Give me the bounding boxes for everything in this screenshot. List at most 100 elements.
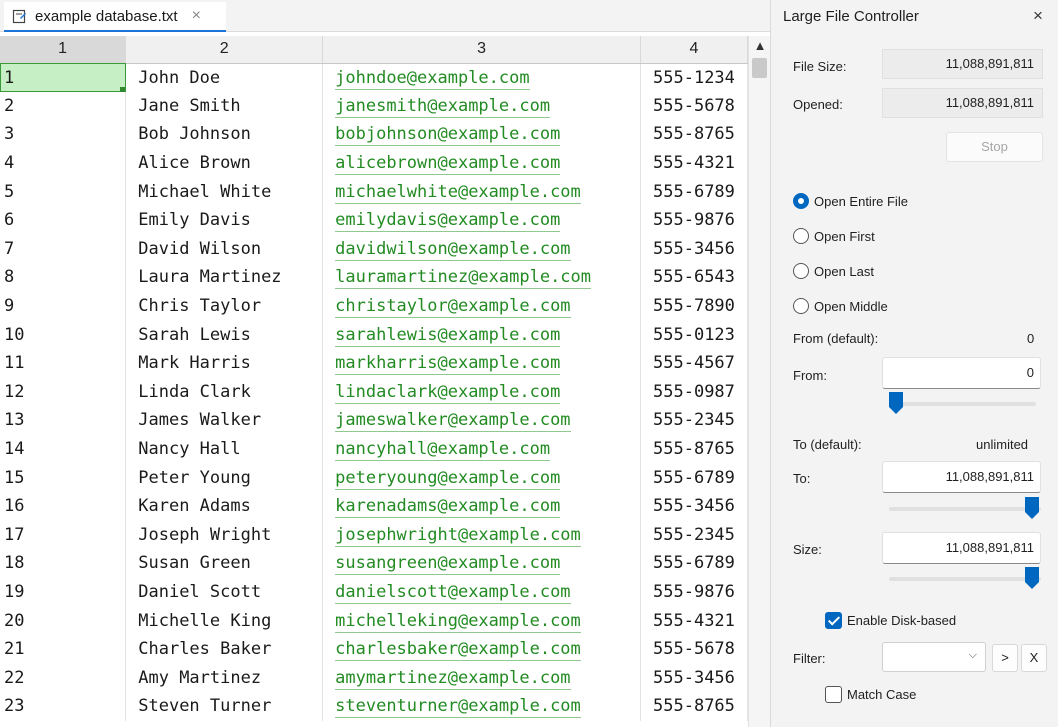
grid-cell[interactable]: susangreen@example.com xyxy=(322,549,642,578)
grid-cell[interactable]: Peter Young xyxy=(125,463,324,492)
panel-close-icon[interactable]: × xyxy=(1033,6,1043,26)
grid-cell[interactable]: michaelwhite@example.com xyxy=(322,177,642,206)
slider-thumb[interactable] xyxy=(889,392,903,414)
grid-cell[interactable]: 555-8765 xyxy=(640,434,748,464)
scrollbar-thumb[interactable] xyxy=(752,58,767,78)
grid-cell[interactable]: 555-3456 xyxy=(640,663,748,693)
email-link[interactable]: amymartinez@example.com xyxy=(335,667,571,690)
email-link[interactable]: nancyhall@example.com xyxy=(335,439,551,462)
grid-cell[interactable]: 555-3456 xyxy=(640,491,748,521)
slider-thumb[interactable] xyxy=(1025,497,1039,519)
grid-cell[interactable]: Mark Harris xyxy=(125,348,324,378)
tab-close-icon[interactable]: × xyxy=(192,7,201,25)
grid-cell[interactable]: Linda Clark xyxy=(125,377,324,407)
grid-cell[interactable]: danielscott@example.com xyxy=(322,577,642,607)
grid-cell[interactable]: lindaclark@example.com xyxy=(322,377,642,407)
grid-cell[interactable]: 7 xyxy=(0,234,127,264)
chevron-down-icon[interactable]: ⌵ xyxy=(969,649,977,662)
grid-cell[interactable]: 555-5678 xyxy=(640,634,748,664)
grid-cell[interactable]: sarahlewis@example.com xyxy=(322,320,642,349)
grid-cell[interactable]: charlesbaker@example.com xyxy=(322,634,642,664)
email-link[interactable]: steventurner@example.com xyxy=(335,696,581,719)
vertical-scrollbar[interactable]: ▲ xyxy=(748,36,770,727)
grid-cell[interactable]: davidwilson@example.com xyxy=(322,234,642,264)
radio-open-entire-file[interactable]: Open Entire File xyxy=(793,193,908,209)
grid-cell[interactable]: 5 xyxy=(0,177,127,206)
grid-cell[interactable]: nancyhall@example.com xyxy=(322,434,642,464)
grid-cell[interactable]: emilydavis@example.com xyxy=(322,205,642,235)
grid-cell[interactable]: 22 xyxy=(0,663,127,693)
filter-next-button[interactable]: > xyxy=(992,644,1018,672)
grid-cell[interactable]: Sarah Lewis xyxy=(125,320,324,349)
grid-cell[interactable]: 555-0123 xyxy=(640,320,748,349)
grid-cell[interactable]: 2 xyxy=(0,91,127,121)
scroll-up-icon[interactable]: ▲ xyxy=(749,36,771,56)
grid-cell[interactable]: Emily Davis xyxy=(125,205,324,235)
email-link[interactable]: christaylor@example.com xyxy=(335,296,571,319)
grid-cell[interactable]: Karen Adams xyxy=(125,491,324,521)
grid-cell[interactable]: Jane Smith xyxy=(125,91,324,121)
grid-cell[interactable]: 555-6789 xyxy=(640,177,748,206)
email-link[interactable]: bobjohnson@example.com xyxy=(335,124,561,147)
grid-cell[interactable]: Joseph Wright xyxy=(125,520,324,550)
grid-cell[interactable]: alicebrown@example.com xyxy=(322,148,642,178)
email-link[interactable]: alicebrown@example.com xyxy=(335,153,561,176)
grid-cell[interactable]: Daniel Scott xyxy=(125,577,324,607)
to-slider[interactable] xyxy=(889,495,1041,525)
grid-cell[interactable]: josephwright@example.com xyxy=(322,520,642,550)
grid-cell[interactable]: 555-6543 xyxy=(640,263,748,292)
grid-cell[interactable]: Michael White xyxy=(125,177,324,206)
grid-cell[interactable]: Steven Turner xyxy=(125,692,324,721)
radio-open-last[interactable]: Open Last xyxy=(793,263,874,279)
to-input[interactable]: 11,088,891,811 xyxy=(882,461,1041,493)
grid-cell[interactable]: 555-1234 xyxy=(640,63,748,92)
email-link[interactable]: markharris@example.com xyxy=(335,353,561,376)
grid-cell[interactable]: 17 xyxy=(0,520,127,550)
grid-cell[interactable]: amymartinez@example.com xyxy=(322,663,642,693)
grid-cell[interactable]: 10 xyxy=(0,320,127,349)
grid-cell[interactable]: michelleking@example.com xyxy=(322,606,642,635)
grid-cell[interactable]: 555-9876 xyxy=(640,577,748,607)
grid-cell[interactable]: jameswalker@example.com xyxy=(322,406,642,435)
filter-clear-button[interactable]: X xyxy=(1021,644,1047,672)
email-link[interactable]: susangreen@example.com xyxy=(335,553,561,576)
column-header-4[interactable]: 4 xyxy=(640,36,748,64)
email-link[interactable]: jameswalker@example.com xyxy=(335,410,571,433)
email-link[interactable]: karenadams@example.com xyxy=(335,496,561,519)
grid-cell[interactable]: karenadams@example.com xyxy=(322,491,642,521)
radio-open-middle[interactable]: Open Middle xyxy=(793,298,888,314)
enable-disk-based-checkbox[interactable]: Enable Disk-based xyxy=(825,612,956,629)
grid-cell[interactable]: 11 xyxy=(0,348,127,378)
grid-cell[interactable]: Laura Martinez xyxy=(125,263,324,292)
grid-cell[interactable]: John Doe xyxy=(125,63,324,92)
grid-cell[interactable]: David Wilson xyxy=(125,234,324,264)
grid-cell[interactable]: 555-3456 xyxy=(640,234,748,264)
column-header-1[interactable]: 1 xyxy=(0,36,127,64)
email-link[interactable]: michaelwhite@example.com xyxy=(335,181,581,204)
email-link[interactable]: peteryoung@example.com xyxy=(335,467,561,490)
grid-cell[interactable]: Susan Green xyxy=(125,549,324,578)
email-link[interactable]: davidwilson@example.com xyxy=(335,238,571,261)
grid-cell[interactable]: 6 xyxy=(0,205,127,235)
grid-cell[interactable]: 16 xyxy=(0,491,127,521)
grid-cell[interactable]: 555-2345 xyxy=(640,520,748,550)
grid-cell[interactable]: 555-8765 xyxy=(640,692,748,721)
grid-cell[interactable]: 19 xyxy=(0,577,127,607)
grid-cell[interactable]: Bob Johnson xyxy=(125,120,324,149)
from-slider[interactable] xyxy=(889,390,1036,420)
column-header-3[interactable]: 3 xyxy=(322,36,642,64)
tab-example-database[interactable]: example database.txt × xyxy=(4,2,226,32)
grid-cell[interactable]: 12 xyxy=(0,377,127,407)
grid-cell[interactable]: 4 xyxy=(0,148,127,178)
grid-cell[interactable]: 555-4321 xyxy=(640,606,748,635)
email-link[interactable]: janesmith@example.com xyxy=(335,95,551,118)
size-slider[interactable] xyxy=(889,565,1041,595)
grid-cell[interactable]: 555-5678 xyxy=(640,91,748,121)
from-input[interactable]: 0 xyxy=(882,357,1041,389)
email-link[interactable]: danielscott@example.com xyxy=(335,581,571,604)
grid-cell[interactable]: Alice Brown xyxy=(125,148,324,178)
email-link[interactable]: charlesbaker@example.com xyxy=(335,639,581,662)
grid-cell[interactable]: 555-9876 xyxy=(640,205,748,235)
grid-cell[interactable]: 555-6789 xyxy=(640,549,748,578)
grid-cell[interactable]: 3 xyxy=(0,120,127,149)
